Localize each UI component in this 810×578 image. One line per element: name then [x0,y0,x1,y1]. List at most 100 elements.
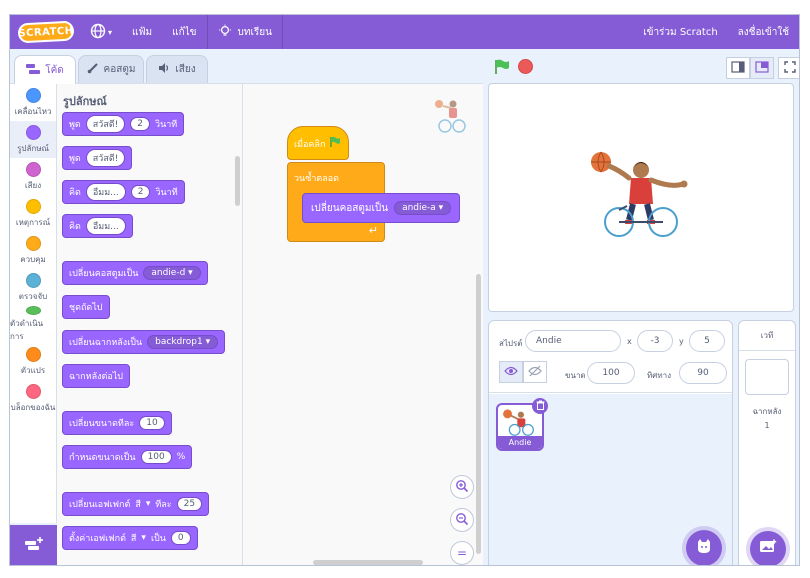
stop-button[interactable] [518,59,533,74]
chevron-down-icon: ▾ [108,27,113,37]
block-palette: รูปลักษณ์ พูด สวัสดี! 2 วินาที พูด สวัสด… [57,83,243,565]
andie-sprite[interactable] [589,148,691,240]
script-area[interactable]: เมื่อคลิก วนซ้ำตลอด ↵ เปลี่ยนคอสตูมเป็น … [243,83,483,565]
size-label: ขนาด [565,371,586,380]
category-events[interactable]: เหตุการณ์ [10,195,56,232]
small-stage-button[interactable] [726,57,750,79]
category-motion[interactable]: เคลื่อนไหว [10,84,56,121]
stage-selector[interactable]: เวที ฉากหลัง 1 [738,320,796,565]
next-backdrop-block[interactable]: ฉากหลังต่อไป [62,364,130,388]
size-input[interactable]: 100 [140,450,172,464]
green-flag-button[interactable] [494,59,510,75]
block-label: ฉากหลังต่อไป [69,372,123,382]
sign-in-link[interactable]: ลงชื่อเข้าใช้ [728,15,799,49]
zoom-in-button[interactable] [450,475,474,499]
x-input[interactable]: -3 [637,330,673,352]
costume-dropdown[interactable]: andie-d [143,266,201,280]
tab-sounds[interactable]: เสียง [146,55,208,83]
join-scratch-link[interactable]: เข้าร่วม Scratch [633,15,727,49]
zoom-out-button[interactable] [450,508,474,532]
next-costume-block[interactable]: ชุดถัดไป [62,295,110,319]
stage-canvas[interactable] [488,83,794,312]
effect-dropdown[interactable]: สี [131,531,137,545]
category-my-blocks[interactable]: บล็อกของฉัน [10,380,56,417]
switch-costume-script-block[interactable]: เปลี่ยนคอสตูมเป็น andie-a [302,193,461,223]
size-input[interactable]: 100 [587,362,635,384]
think-block[interactable]: คิด อืมม... [62,214,133,238]
message-input[interactable]: สวัสดี! [85,149,126,167]
tab-code[interactable]: โค้ด [14,55,76,84]
code-blocks-icon [26,63,41,78]
say-for-secs-block[interactable]: พูด สวัสดี! 2 วินาที [62,112,185,136]
effect-value-input[interactable]: 0 [170,531,191,545]
tutorials-menu[interactable]: บทเรียน [208,15,282,49]
block-label: วนซ้ำตลอด [294,174,339,184]
choose-sprite-button[interactable] [686,530,722,565]
stage-thumbnail[interactable] [745,359,789,395]
stage-title: เวที [739,321,795,351]
script-vertical-scrollbar[interactable] [476,274,481,554]
block-label: คิด [69,222,81,232]
add-extension-icon [24,536,44,556]
zoom-reset-button[interactable]: = [450,541,474,565]
block-label: เปลี่ยนเอฟเฟกต์ [69,500,131,510]
direction-input[interactable]: 90 [679,362,727,384]
tutorials-label: บทเรียน [237,26,272,38]
block-label: คิด [69,188,81,198]
change-size-block[interactable]: เปลี่ยนขนาดทีละ 10 [62,411,172,435]
think-for-secs-block[interactable]: คิด อืมม... 2 วินาที [62,180,185,204]
choose-backdrop-button[interactable] [750,531,786,565]
hide-sprite-button[interactable] [523,361,547,383]
seconds-input[interactable]: 2 [130,185,151,199]
direction-label: ทิศทาง [647,371,672,380]
fullscreen-button[interactable] [778,57,799,79]
change-effect-block[interactable]: เปลี่ยนเอฟเฟกต์ สี ▾ ทีละ 25 [62,492,210,516]
set-size-block[interactable]: กำหนดขนาดเป็น 100 % [62,445,193,469]
message-input[interactable]: อืมม... [85,217,126,235]
effect-dropdown[interactable]: สี [135,497,141,511]
category-looks[interactable]: รูปลักษณ์ [10,121,56,158]
scratch-logo[interactable]: SCRATCH [17,20,75,44]
show-sprite-button[interactable] [499,361,523,383]
sprite-name-input[interactable]: Andie [525,330,621,352]
script-horizontal-scrollbar[interactable] [313,560,423,565]
category-sensing[interactable]: ตรวจจับ [10,269,56,306]
message-input[interactable]: สวัสดี! [85,115,126,133]
sprite-tile-name: Andie [498,436,542,449]
menu-divider [281,15,283,49]
costume-dropdown[interactable]: andie-a [394,201,452,215]
add-extension-button[interactable] [10,525,57,565]
block-categories: เคลื่อนไหว รูปลักษณ์ เสียง เหตุการณ์ ควบ… [10,83,57,523]
when-flag-clicked-block[interactable]: เมื่อคลิก [287,126,349,160]
effect-change-input[interactable]: 25 [176,497,203,511]
category-variables[interactable]: ตัวแปร [10,343,56,380]
palette-scrollbar[interactable] [235,156,240,206]
set-effect-block[interactable]: ตั้งค่าเอฟเฟกต์ สี ▾ เป็น 0 [62,526,198,550]
category-sound[interactable]: เสียง [10,158,56,195]
editor-tabs: โค้ด คอสตูม เสียง [10,49,490,84]
edit-menu[interactable]: แก้ไข [162,15,206,49]
category-label: ควบคุม [20,254,46,264]
category-events-dot [25,198,41,214]
x-label: x [627,337,632,346]
message-input[interactable]: อืมม... [85,183,126,201]
language-menu[interactable]: ▾ [80,15,122,49]
say-block[interactable]: พูด สวัสดี! [62,146,133,170]
category-sound-dot [25,161,41,177]
small-stage-icon [731,60,745,76]
large-stage-button[interactable] [750,57,774,79]
y-input[interactable]: 5 [689,330,725,352]
category-control[interactable]: ควบคุม [10,232,56,269]
file-menu[interactable]: แฟ้ม [122,15,162,49]
category-control-dot [25,235,41,251]
size-change-input[interactable]: 10 [139,416,165,430]
tab-costumes[interactable]: คอสตูม [78,55,144,83]
delete-sprite-button[interactable] [532,398,548,414]
switch-backdrop-block[interactable]: เปลี่ยนฉากหลังเป็น backdrop1 [62,330,226,354]
seconds-input[interactable]: 2 [130,117,151,131]
category-sensing-dot [25,272,41,288]
category-operators[interactable]: ตัวดำเนินการ [10,306,56,343]
backdrop-dropdown[interactable]: backdrop1 [147,335,219,349]
switch-costume-block[interactable]: เปลี่ยนคอสตูมเป็น andie-d [62,261,208,285]
trash-icon [536,400,545,413]
